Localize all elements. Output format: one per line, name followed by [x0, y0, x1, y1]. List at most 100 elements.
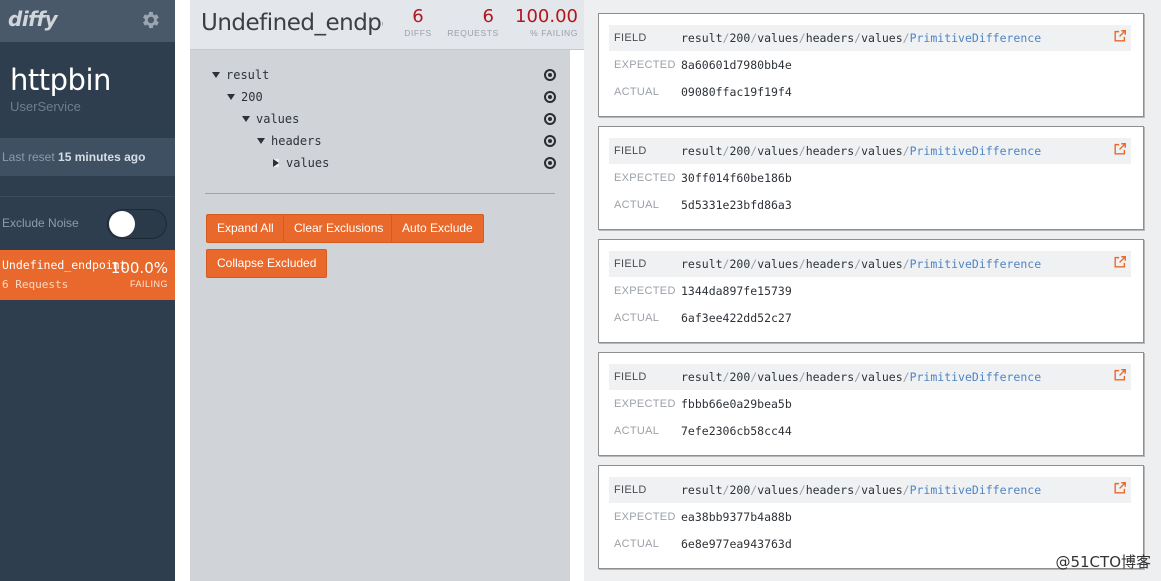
stat-requests: 6 REQUESTS — [446, 6, 500, 38]
actual-label: ACTUAL — [614, 425, 660, 437]
toggle-knob — [109, 211, 135, 237]
field-path: result/200/values/headers/values/Primiti… — [681, 144, 1042, 158]
gear-icon[interactable] — [139, 9, 161, 31]
stat-value: 100.00 — [515, 6, 578, 27]
expected-row: EXPECTED fbbb66e0a29bea5b — [609, 391, 1131, 417]
actual-value: 09080ffac19f19f4 — [681, 85, 792, 99]
field-row: FIELD result/200/values/headers/values/P… — [609, 477, 1131, 503]
sidebar: diffy httpbin UserService Last reset 15 … — [0, 0, 175, 581]
exclude-noise-label: Exclude Noise — [2, 216, 79, 230]
service-info: httpbin UserService — [0, 42, 175, 138]
endpoint-title: Undefined_endpoint — [201, 10, 383, 36]
field-row: FIELD result/200/values/headers/values/P… — [609, 25, 1131, 51]
caret-down-icon[interactable] — [242, 116, 250, 122]
expected-row: EXPECTED 30ff014f60be186b — [609, 165, 1131, 191]
endpoint-item[interactable]: Undefined_endpoint 6 Requests 100.0% FAI… — [0, 250, 175, 300]
last-reset-label: Last reset — [2, 150, 55, 164]
expected-value: ea38bb9377b4a88b — [681, 510, 792, 524]
expected-label: EXPECTED — [614, 398, 676, 410]
stat-label: REQUESTS — [447, 28, 499, 38]
stat-label: % FAILING — [530, 28, 578, 38]
last-reset-value: 15 minutes ago — [58, 150, 146, 164]
external-link-icon[interactable] — [1113, 368, 1127, 382]
exclude-target-icon[interactable] — [544, 91, 556, 103]
tree-node-label: 200 — [241, 90, 263, 104]
collapse-excluded-button[interactable]: Collapse Excluded — [206, 249, 328, 278]
tree-node-result[interactable]: result — [212, 66, 562, 88]
expected-value: 8a60601d7980bb4e — [681, 58, 792, 72]
expected-label: EXPECTED — [614, 511, 676, 523]
diffy-logo[interactable]: diffy — [8, 7, 58, 31]
external-link-icon[interactable] — [1113, 255, 1127, 269]
stat-label: DIFFS — [404, 28, 432, 38]
exclude-target-icon[interactable] — [544, 157, 556, 169]
expand-all-button[interactable]: Expand All — [206, 214, 285, 243]
clear-exclusions-button[interactable]: Clear Exclusions — [283, 214, 395, 243]
tree-node-200[interactable]: 200 — [212, 88, 562, 110]
actual-row: ACTUAL 7efe2306cb58cc44 — [609, 418, 1131, 444]
expected-value: 1344da897fe15739 — [681, 284, 792, 298]
diff-card: FIELD result/200/values/headers/values/P… — [598, 126, 1144, 230]
field-label: FIELD — [614, 258, 647, 270]
actual-row: ACTUAL 5d5331e23bfd86a3 — [609, 192, 1131, 218]
external-link-icon[interactable] — [1113, 481, 1127, 495]
field-label: FIELD — [614, 145, 647, 157]
diffs-panel: FIELD result/200/values/headers/values/P… — [584, 0, 1161, 581]
actual-row: ACTUAL 6e8e977ea943763d — [609, 531, 1131, 557]
diff-card: FIELD result/200/values/headers/values/P… — [598, 352, 1144, 456]
endpoint-status: FAILING — [129, 279, 168, 289]
endpoint-name: Undefined_endpoint — [2, 258, 127, 272]
caret-down-icon[interactable] — [257, 138, 265, 144]
caret-down-icon[interactable] — [227, 94, 235, 100]
actual-value: 6e8e977ea943763d — [681, 537, 792, 551]
actual-label: ACTUAL — [614, 199, 660, 211]
tree-node-label: headers — [271, 134, 322, 148]
diff-card: FIELD result/200/values/headers/values/P… — [598, 239, 1144, 343]
field-tree: result 200 values headers values — [212, 66, 562, 176]
field-label: FIELD — [614, 32, 647, 44]
exclude-noise-row: Exclude Noise — [0, 196, 175, 250]
expected-row: EXPECTED 8a60601d7980bb4e — [609, 52, 1131, 78]
expected-label: EXPECTED — [614, 285, 676, 297]
external-link-icon[interactable] — [1113, 142, 1127, 156]
actual-row: ACTUAL 6af3ee422dd52c27 — [609, 305, 1131, 331]
expected-label: EXPECTED — [614, 59, 676, 71]
field-path: result/200/values/headers/values/Primiti… — [681, 257, 1042, 271]
stat-failing: 100.00 % FAILING — [512, 6, 578, 38]
actual-row: ACTUAL 09080ffac19f19f4 — [609, 79, 1131, 105]
exclude-target-icon[interactable] — [544, 113, 556, 125]
tree-node-label: values — [286, 156, 330, 170]
exclude-target-icon[interactable] — [544, 135, 556, 147]
field-label: FIELD — [614, 484, 647, 496]
logo-bar: diffy — [0, 0, 175, 42]
divider — [205, 193, 555, 194]
expected-value: fbbb66e0a29bea5b — [681, 397, 792, 411]
endpoint-percent: 100.0% — [110, 259, 168, 277]
tree-node-headers[interactable]: headers — [212, 132, 562, 154]
field-label: FIELD — [614, 371, 647, 383]
expected-value: 30ff014f60be186b — [681, 171, 792, 185]
auto-exclude-button[interactable]: Auto Exclude — [391, 214, 484, 243]
exclude-target-icon[interactable] — [544, 69, 556, 81]
expected-row: EXPECTED ea38bb9377b4a88b — [609, 504, 1131, 530]
expected-row: EXPECTED 1344da897fe15739 — [609, 278, 1131, 304]
service-name: httpbin — [10, 63, 111, 97]
diff-card: FIELD result/200/values/headers/values/P… — [598, 13, 1144, 117]
stat-value: 6 — [412, 6, 424, 27]
tree-node-label: result — [226, 68, 270, 82]
exclude-noise-toggle[interactable] — [107, 209, 167, 239]
last-reset: Last reset 15 minutes ago — [0, 138, 175, 176]
tree-node-headers-values[interactable]: values — [212, 154, 562, 176]
external-link-icon[interactable] — [1113, 29, 1127, 43]
service-subtitle: UserService — [10, 99, 81, 114]
tree-node-values[interactable]: values — [212, 110, 562, 132]
stat-diffs: 6 DIFFS — [398, 6, 438, 38]
caret-right-icon[interactable] — [273, 159, 279, 167]
actual-label: ACTUAL — [614, 538, 660, 550]
endpoint-requests: 6 Requests — [2, 278, 69, 291]
field-tree-panel: Undefined_endpoint 6 DIFFS 6 REQUESTS 10… — [190, 0, 584, 581]
field-path: result/200/values/headers/values/Primiti… — [681, 370, 1042, 384]
caret-down-icon[interactable] — [212, 72, 220, 78]
field-row: FIELD result/200/values/headers/values/P… — [609, 364, 1131, 390]
field-row: FIELD result/200/values/headers/values/P… — [609, 138, 1131, 164]
